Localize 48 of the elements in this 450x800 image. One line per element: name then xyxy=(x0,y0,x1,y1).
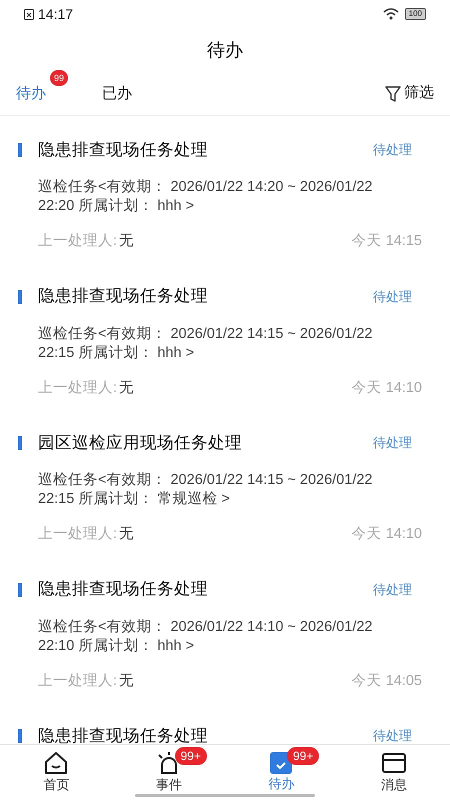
task-status: 待处理 xyxy=(373,727,412,744)
battery-level: 100 xyxy=(404,8,426,20)
task-status: 待处理 xyxy=(373,434,412,452)
tab[interactable]: 已办 xyxy=(102,82,132,105)
task-title[interactable]: 隐患排查现场任务处理 xyxy=(38,577,208,602)
task-time: 今天 14:10 xyxy=(352,378,422,398)
count-badge: 99+ xyxy=(174,747,207,765)
previous-handler-value: 无 xyxy=(119,525,134,544)
wifi-icon xyxy=(382,8,399,20)
title-marker xyxy=(18,436,22,450)
task-time: 今天 14:15 xyxy=(352,232,422,252)
task-status: 待处理 xyxy=(373,141,412,160)
task-time: 今天 14:10 xyxy=(352,525,422,544)
task-title[interactable]: 隐患排查现场任务处理 xyxy=(38,284,208,309)
sim-card-icon xyxy=(24,8,34,20)
home-icon xyxy=(43,750,70,775)
previous-handler-label: 上一处理人: xyxy=(38,232,118,252)
task-info: 巡检任务<有效期： 2026/01/22 14:20 ~ 2026/01/22 22:20 所属计划： hhh > xyxy=(38,178,374,216)
previous-handler-value: 无 xyxy=(119,378,134,398)
tab[interactable]: 待办 xyxy=(16,82,46,105)
task-info: 巡检任务<有效期： 2026/01/22 14:10 ~ 2026/01/22 22:10 所属计划： hhh > xyxy=(38,618,374,656)
nav-tab[interactable]: 消息 xyxy=(338,745,450,800)
page-title: 待办 xyxy=(207,38,243,62)
title-marker xyxy=(18,729,22,743)
task-info: 巡检任务<有效期： 2026/01/22 14:15 ~ 2026/01/22 22:15 所属计划： hhh > xyxy=(38,324,374,362)
count-badge: 99 xyxy=(50,70,68,86)
task-title[interactable]: 隐患排查现场任务处理 xyxy=(38,724,208,744)
nav-tab[interactable]: 首页 xyxy=(0,745,112,800)
filter-icon xyxy=(385,86,401,102)
previous-handler-label: 上一处理人: xyxy=(38,525,118,544)
title-marker xyxy=(18,290,22,304)
task-info: 巡检任务<有效期： 2026/01/22 14:15 ~ 2026/01/22 22:15 所属计划： 常规巡检 > xyxy=(38,471,374,509)
count-badge: 99+ xyxy=(287,747,320,765)
task-title[interactable]: 园区巡检应用现场任务处理 xyxy=(38,430,242,456)
checkbox-icon xyxy=(270,752,292,774)
filter-button[interactable]: 筛选 xyxy=(385,82,434,105)
status-time: 14:17 xyxy=(38,4,74,24)
task-title[interactable]: 隐患排查现场任务处理 xyxy=(38,138,208,162)
task-status: 待处理 xyxy=(373,288,412,306)
previous-handler-value: 无 xyxy=(119,232,134,252)
previous-handler-label: 上一处理人: xyxy=(38,378,118,398)
title-marker xyxy=(18,582,22,596)
previous-handler-label: 上一处理人: xyxy=(38,672,118,691)
title-marker xyxy=(18,143,22,157)
task-time: 今天 14:05 xyxy=(352,672,422,691)
previous-handler-value: 无 xyxy=(119,672,134,691)
envelope-icon xyxy=(380,750,407,775)
task-status: 待处理 xyxy=(373,580,412,599)
